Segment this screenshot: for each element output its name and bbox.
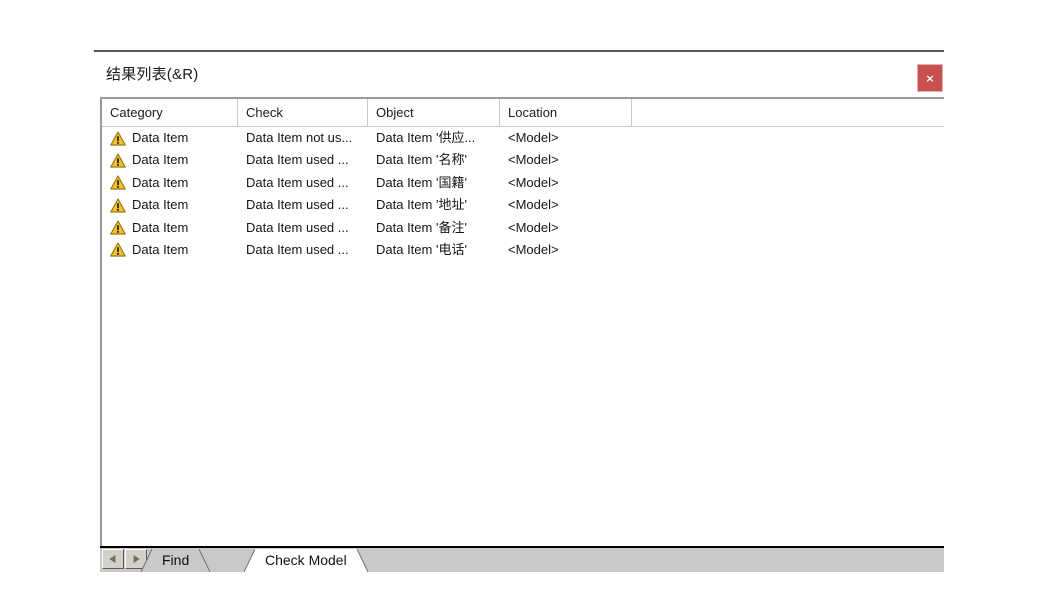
cell-category: Data Item bbox=[102, 194, 238, 216]
cell-object: Data Item '供应... bbox=[376, 130, 476, 145]
table-row[interactable]: Data Item Data Item not us... Data Item '供… bbox=[102, 127, 944, 149]
cell-location: <Model> bbox=[508, 241, 559, 257]
cell-location: <Model> bbox=[508, 219, 559, 235]
triangle-right-icon bbox=[133, 555, 140, 563]
warning-icon bbox=[110, 130, 126, 146]
close-icon: × bbox=[925, 71, 935, 85]
tab-strip: Find Check Model bbox=[100, 548, 944, 572]
result-list-panel: 结果列表(&R) × Category Check Object Locatio… bbox=[94, 50, 944, 572]
tab-right-edge bbox=[199, 549, 211, 572]
warning-icon bbox=[110, 153, 126, 168]
column-header-check[interactable]: Check bbox=[238, 99, 368, 126]
warning-icon bbox=[110, 242, 126, 258]
tab-strip-tail bbox=[395, 549, 407, 572]
cell-category: Data Item bbox=[102, 217, 238, 239]
cell-location: <Model> bbox=[508, 197, 559, 213]
cell-object: Data Item '名称' bbox=[376, 152, 467, 168]
column-header-object[interactable]: Object bbox=[368, 99, 500, 126]
cell-check: Data Item used ... bbox=[246, 152, 349, 168]
cell-check: Data Item used ... bbox=[246, 197, 349, 213]
warning-icon bbox=[110, 175, 126, 190]
results-list[interactable]: Category Check Object Location Data Item… bbox=[100, 97, 944, 547]
cell-location: <Model> bbox=[508, 152, 559, 168]
panel-title: 结果列表(&R) bbox=[106, 66, 199, 83]
cell-check: Data Item used ... bbox=[246, 241, 349, 257]
warning-icon bbox=[110, 198, 126, 213]
tab-find[interactable]: Find bbox=[141, 549, 211, 572]
triangle-left-icon bbox=[109, 555, 116, 563]
cell-object: Data Item '备注' bbox=[376, 219, 467, 235]
list-body: Data Item Data Item not us... Data Item '供… bbox=[102, 127, 944, 547]
column-header-category[interactable]: Category bbox=[102, 99, 238, 126]
tab-left-edge bbox=[141, 549, 152, 572]
cell-category: Data Item bbox=[102, 149, 238, 171]
cell-check: Data Item not us... bbox=[246, 130, 353, 145]
panel-titlebar: 结果列表(&R) × bbox=[94, 52, 944, 96]
tab-check-model[interactable]: Check Model bbox=[244, 549, 368, 572]
tab-find-label: Find bbox=[152, 549, 200, 572]
app-root: 结果列表(&R) × Category Check Object Locatio… bbox=[0, 0, 1059, 597]
tab-scroll-prev-button[interactable] bbox=[102, 549, 124, 569]
table-row[interactable]: Data Item Data Item used ... Data Item '国籍… bbox=[102, 172, 944, 194]
cell-object: Data Item '国籍' bbox=[376, 174, 467, 190]
cell-object: Data Item '地址' bbox=[376, 197, 467, 213]
cell-check: Data Item used ... bbox=[246, 219, 349, 235]
cell-category: Data Item bbox=[102, 127, 238, 149]
cell-category: Data Item bbox=[102, 239, 238, 261]
cell-check: Data Item used ... bbox=[246, 174, 349, 190]
close-button[interactable]: × bbox=[917, 64, 943, 92]
table-row[interactable]: Data Item Data Item used ... Data Item '备注… bbox=[102, 217, 944, 239]
table-row[interactable]: Data Item Data Item used ... Data Item '地址… bbox=[102, 194, 944, 216]
warning-icon bbox=[110, 220, 126, 235]
table-row[interactable]: Data Item Data Item used ... Data Item '名称… bbox=[102, 149, 944, 171]
column-header-location[interactable]: Location bbox=[500, 99, 632, 126]
table-row[interactable]: Data Item Data Item used ... Data Item '电话… bbox=[102, 239, 944, 261]
cell-category: Data Item bbox=[102, 172, 238, 194]
cell-object: Data Item '电话' bbox=[376, 241, 467, 257]
list-header-row: Category Check Object Location bbox=[102, 99, 944, 127]
cell-location: <Model> bbox=[508, 174, 559, 190]
cell-location: <Model> bbox=[508, 130, 559, 145]
tab-check-model-label: Check Model bbox=[255, 549, 357, 572]
tab-left-edge bbox=[244, 549, 255, 572]
tab-right-edge bbox=[356, 549, 368, 572]
